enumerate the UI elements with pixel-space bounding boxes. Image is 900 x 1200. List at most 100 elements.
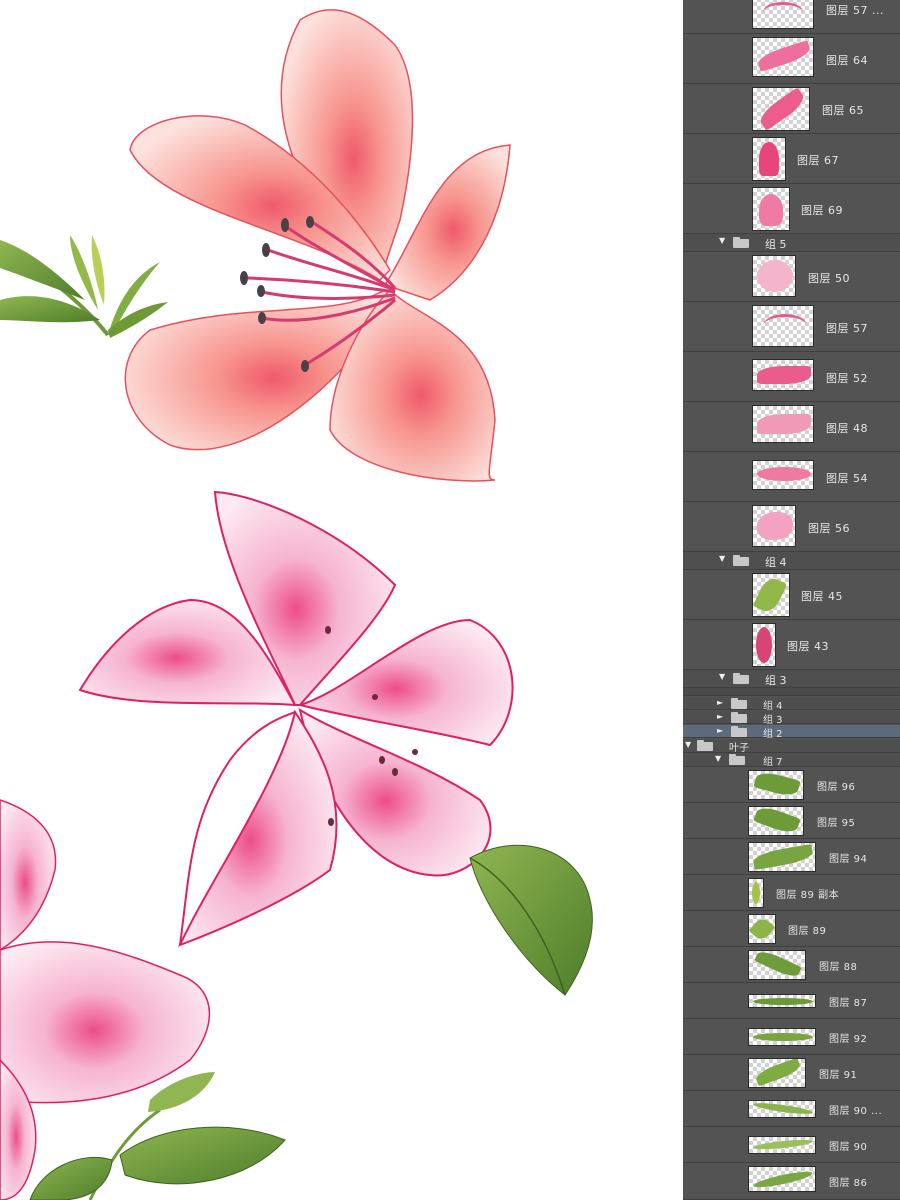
layer-name: 图层 54 <box>826 472 868 485</box>
layer-thumbnail <box>752 505 796 547</box>
layer-name: 图层 48 <box>826 422 868 435</box>
layer-name: 图层 86 <box>829 1178 868 1189</box>
expand-arrow-icon[interactable]: ▼ <box>719 554 725 563</box>
layer-thumbnail <box>752 87 810 131</box>
layer-name: 图层 65 <box>822 104 864 117</box>
layer-name: 图层 90 ... <box>829 1106 883 1117</box>
folder-icon <box>731 712 747 723</box>
layer-thumbnail <box>748 994 816 1008</box>
layer-row[interactable]: 图层 54 <box>683 452 900 502</box>
layer-name: 图层 57 ... <box>826 4 884 17</box>
layer-row[interactable]: 图层 57 ... <box>683 0 900 34</box>
expand-arrow-icon[interactable]: ► <box>717 698 723 707</box>
layer-row[interactable]: 图层 65 <box>683 84 900 134</box>
folder-icon <box>697 740 713 751</box>
group-row-4[interactable]: ▼ 组 4 <box>683 552 900 570</box>
group-name: 组 5 <box>765 238 787 251</box>
layer-name: 图层 95 <box>817 818 856 829</box>
folder-icon <box>733 237 749 248</box>
layer-name: 图层 50 <box>808 272 850 285</box>
layer-name: 图层 57 <box>826 322 868 335</box>
expand-arrow-icon[interactable]: ▼ <box>719 672 725 681</box>
folder-icon <box>731 698 747 709</box>
layer-row[interactable]: 图层 89 <box>683 911 900 947</box>
layer-thumbnail <box>748 878 764 908</box>
group-name: 组 7 <box>763 757 783 768</box>
layer-thumbnail <box>748 1028 816 1046</box>
layer-thumbnail <box>752 623 776 667</box>
layer-row[interactable]: 图层 86 <box>683 1163 900 1200</box>
layer-row[interactable]: 图层 67 <box>683 134 900 184</box>
layer-row[interactable]: 图层 64 <box>683 34 900 84</box>
artwork-svg <box>0 9 593 1200</box>
layer-row[interactable]: 图层 69 <box>683 184 900 234</box>
layer-row[interactable]: 图层 91 <box>683 1055 900 1091</box>
layer-row[interactable]: 图层 89 副本 <box>683 875 900 911</box>
group-name: 组 3 <box>765 674 787 687</box>
expand-arrow-icon[interactable]: ▼ <box>719 236 725 245</box>
group-row-collapsed[interactable]: ► 组 4 <box>683 697 900 712</box>
layer-row[interactable]: 图层 43 <box>683 620 900 670</box>
layer-row[interactable]: 图层 87 <box>683 983 900 1019</box>
expand-arrow-icon[interactable]: ► <box>717 712 723 721</box>
layer-row[interactable]: 图层 48 <box>683 402 900 452</box>
layer-name: 图层 89 副本 <box>776 890 840 901</box>
group-row-collapsed-selected[interactable]: ► 组 2 <box>683 725 900 740</box>
layer-row[interactable]: 图层 96 <box>683 767 900 803</box>
layer-name: 图层 90 <box>829 1142 868 1153</box>
layer-thumbnail <box>752 359 814 391</box>
layer-thumbnail <box>752 137 786 181</box>
layer-name: 图层 89 <box>788 926 827 937</box>
expand-arrow-icon[interactable]: ▼ <box>715 754 721 763</box>
expand-arrow-icon[interactable]: ▼ <box>685 740 691 749</box>
layer-thumbnail <box>748 914 776 944</box>
layer-thumbnail <box>752 405 814 443</box>
layer-row[interactable]: 图层 45 <box>683 570 900 620</box>
layer-name: 图层 52 <box>826 372 868 385</box>
layer-thumbnail <box>752 37 814 77</box>
layer-row[interactable]: 图层 88 <box>683 947 900 983</box>
layer-row[interactable]: 图层 56 <box>683 502 900 552</box>
layer-row[interactable]: 图层 95 <box>683 803 900 839</box>
layer-thumbnail <box>748 1136 816 1154</box>
layer-row[interactable]: 图层 50 <box>683 252 900 302</box>
layer-row[interactable]: 图层 57 <box>683 302 900 352</box>
layer-thumbnail <box>752 187 790 231</box>
group-row-leaves[interactable]: ▼ 叶子 <box>683 739 900 754</box>
layer-name: 图层 67 <box>797 154 839 167</box>
group-name: 叶子 <box>729 743 749 754</box>
layer-thumbnail <box>748 1058 806 1088</box>
layer-name: 图层 91 <box>819 1070 858 1081</box>
layer-row[interactable]: 图层 92 <box>683 1019 900 1055</box>
group-name: 组 2 <box>763 729 783 740</box>
layer-thumbnail <box>748 842 816 872</box>
folder-icon <box>729 754 745 765</box>
layer-name: 图层 94 <box>829 854 868 865</box>
layer-thumbnail <box>748 1100 816 1118</box>
layers-panel[interactable]: 图层 57 ... 图层 64 图层 65 图层 67 图层 69 ▼ 组 5 … <box>683 0 900 1200</box>
layer-name: 图层 87 <box>829 998 868 1009</box>
group-row-7[interactable]: ▼ 组 7 <box>683 753 900 768</box>
layer-name: 图层 69 <box>801 204 843 217</box>
layer-row[interactable]: 图层 94 <box>683 839 900 875</box>
pink-lily <box>78 490 514 947</box>
group-row-collapsed[interactable]: ► 组 3 <box>683 711 900 726</box>
layer-row[interactable]: 图层 90 ... <box>683 1091 900 1127</box>
layer-thumbnail <box>752 255 796 297</box>
expand-arrow-icon[interactable]: ► <box>717 726 723 735</box>
layer-row[interactable]: 图层 52 <box>683 352 900 402</box>
folder-icon <box>733 673 749 684</box>
group-row-5[interactable]: ▼ 组 5 <box>683 234 900 252</box>
layer-thumbnail <box>748 1166 816 1192</box>
layer-name: 图层 56 <box>808 522 850 535</box>
layer-thumbnail <box>752 0 814 29</box>
layer-thumbnail <box>752 305 814 347</box>
layer-thumbnail <box>748 806 804 836</box>
layer-thumbnail <box>748 770 804 800</box>
layer-row[interactable]: 图层 90 <box>683 1127 900 1163</box>
artwork-canvas[interactable] <box>0 0 683 1200</box>
group-name: 组 3 <box>763 715 783 726</box>
folder-icon <box>733 555 749 566</box>
group-row-3[interactable]: ▼ 组 3 <box>683 670 900 688</box>
layer-name: 图层 96 <box>817 782 856 793</box>
